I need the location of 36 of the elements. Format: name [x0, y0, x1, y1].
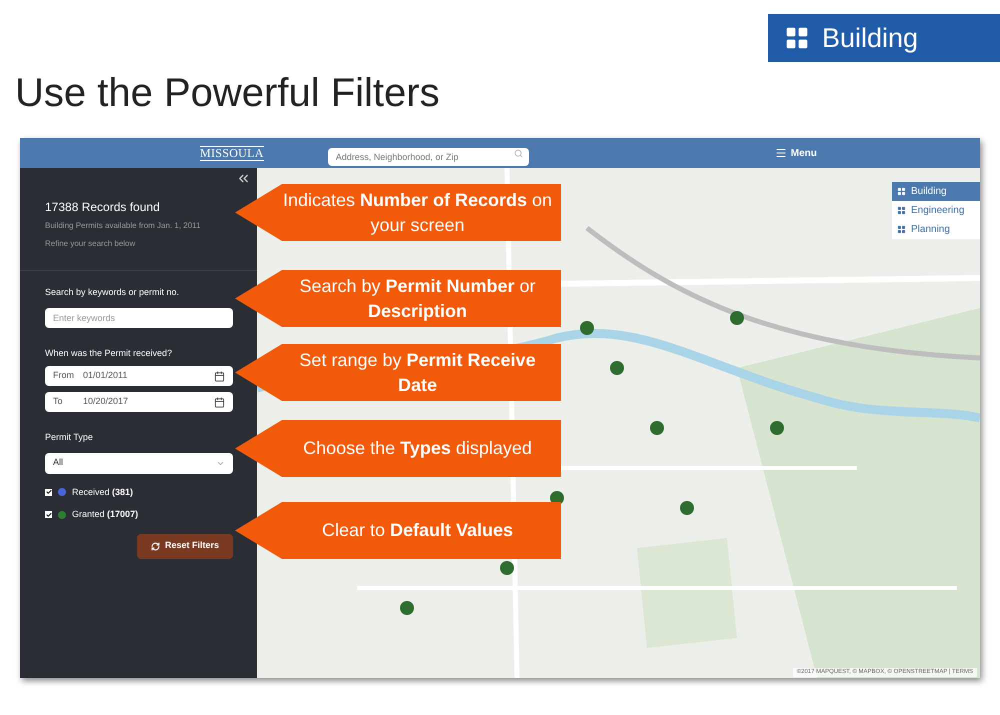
status-label: Received (381) — [72, 486, 134, 499]
date-value: 01/01/2011 — [83, 369, 128, 382]
grid-icon — [784, 25, 810, 51]
refine-hint: Refine your search below — [45, 238, 136, 250]
menu-button[interactable]: Menu — [774, 146, 817, 160]
layer-item[interactable]: Engineering — [892, 201, 980, 220]
layer-item[interactable]: Building — [892, 182, 980, 201]
date-label: When was the Permit received? — [45, 346, 174, 360]
calendar-icon — [214, 370, 225, 382]
grid-icon — [897, 187, 906, 196]
reset-filters-button[interactable]: Reset Filters — [136, 534, 233, 558]
keyword-label: Search by keywords or permit no. — [45, 286, 180, 299]
status-label: Granted (17007) — [72, 508, 138, 521]
records-count: 17388 Records found — [45, 199, 161, 216]
date-field[interactable]: To 10/20/2017 — [45, 392, 233, 412]
refresh-icon — [150, 542, 160, 550]
date-field[interactable]: From 01/01/2011 — [45, 366, 233, 386]
keyword-field[interactable]: Enter keywords — [45, 308, 233, 328]
calendar-icon — [214, 396, 225, 408]
address-search-field[interactable]: Address, Neighborhood, or Zip — [328, 148, 529, 166]
checkbox[interactable] — [45, 511, 52, 518]
grid-icon — [897, 225, 906, 234]
date-value: 10/20/2017 — [83, 395, 130, 408]
date-field-label: To — [53, 395, 64, 408]
type-label: Permit Type — [45, 431, 94, 444]
slide-title: Use the Powerful Filters — [14, 70, 441, 117]
badge-label: Building — [822, 22, 918, 55]
availability-note: Building Permits available from Jan. 1, 2011 — [45, 220, 202, 232]
search-icon — [514, 148, 523, 158]
logo[interactable]: MISSOULA — [200, 146, 264, 160]
layer-item[interactable]: Planning — [892, 220, 980, 239]
checkbox[interactable] — [45, 488, 52, 496]
menu-icon — [774, 147, 787, 159]
grid-icon — [897, 206, 906, 215]
date-field-label: From — [53, 369, 75, 382]
type-dropdown[interactable]: All — [45, 452, 233, 474]
